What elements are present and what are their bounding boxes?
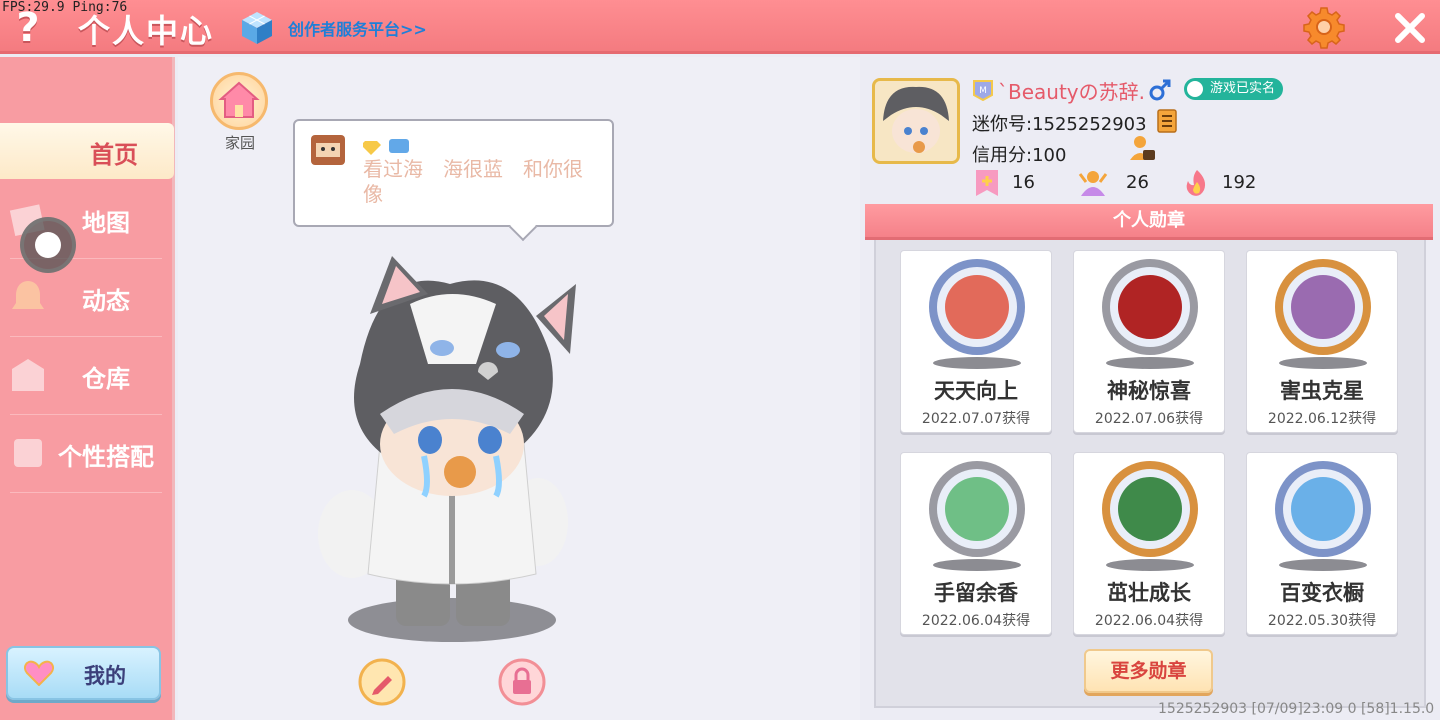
medal-card[interactable]: 手留余香 2022.06.04获得 — [900, 452, 1052, 635]
medal-card[interactable]: 百变衣橱 2022.05.30获得 — [1246, 452, 1398, 635]
medal-date: 2022.05.30获得 — [1267, 613, 1377, 629]
more-medals-button[interactable]: 更多勋章 — [1084, 649, 1213, 693]
signature-bubble: 看过海 海很蓝 和你很像 — [293, 119, 614, 227]
vip-badge-icon: M — [973, 80, 993, 101]
debug-overlay: FPS:29.9 Ping:76 — [2, 0, 128, 15]
player-character — [318, 256, 576, 642]
medal-shadow — [1106, 559, 1194, 571]
bookmark-plus-icon — [976, 170, 998, 196]
fans-icon — [1078, 171, 1108, 196]
creator-platform-link[interactable]: 创作者服务平台>> — [288, 16, 427, 40]
footer-info: 1525252903 [07/09]23:09 0 [58]1.15.0 — [1158, 701, 1435, 717]
medal-icon — [1275, 461, 1371, 557]
avatar[interactable] — [872, 78, 960, 164]
sidebar-item-label: 仓库 — [82, 365, 130, 393]
tag-icons — [363, 139, 409, 155]
flame-icon — [1186, 170, 1206, 196]
sidebar-item-outfit[interactable]: 个性搭配 — [0, 415, 172, 493]
medal-name: 害虫克星 — [1280, 379, 1364, 403]
verified-icon — [1187, 81, 1203, 97]
medal-header: 个人勋章 — [865, 204, 1433, 240]
medal-shadow — [1279, 559, 1367, 571]
gear-icon[interactable] — [1302, 5, 1346, 49]
medal-date: 2022.06.04获得 — [921, 613, 1031, 629]
svg-text:M: M — [979, 86, 987, 96]
lock-icon[interactable] — [498, 658, 546, 706]
cube-icon — [242, 12, 272, 44]
medal-icon — [929, 259, 1025, 355]
mine-button-label: 我的 — [84, 664, 126, 688]
edit-icon[interactable] — [358, 658, 406, 706]
stat-value: 16 — [1012, 172, 1035, 193]
close-icon[interactable] — [1390, 8, 1430, 48]
medal-date: 2022.06.12获得 — [1267, 411, 1377, 427]
verified-badge: 游戏已实名 — [1184, 78, 1284, 100]
sidebar-item-warehouse[interactable]: 仓库 — [0, 337, 172, 415]
divider — [10, 492, 162, 493]
stat-value: 26 — [1126, 172, 1149, 193]
medal-shadow — [933, 357, 1021, 369]
medal-shadow — [933, 559, 1021, 571]
sidebar: 首页 地图 动态 仓库 个性搭配 — [0, 57, 175, 720]
sidebar-item-home[interactable]: 首页 — [0, 123, 174, 179]
home-label: 家园 — [224, 134, 255, 152]
sidebar-item-label: 首页 — [90, 141, 138, 169]
username: `Beautyの苏辞. — [998, 80, 1145, 104]
home-button[interactable] — [210, 72, 268, 130]
top-bar: ? 个人中心 创作者服务平台>> — [0, 0, 1440, 54]
heart-icon — [24, 660, 54, 686]
mini-id: 迷你号:1525252903 — [972, 114, 1147, 135]
credit-score: 信用分:100 — [972, 145, 1067, 166]
avatar-portrait — [875, 81, 957, 161]
male-icon — [1149, 79, 1171, 101]
medal-date: 2022.07.07获得 — [921, 411, 1031, 427]
medal-shadow — [1279, 357, 1367, 369]
copy-icon[interactable] — [1154, 108, 1180, 134]
sidebar-item-label: 动态 — [82, 287, 130, 315]
medal-icon — [1275, 259, 1371, 355]
medal-name: 神秘惊喜 — [1107, 379, 1191, 403]
floating-assist-ball[interactable] — [20, 217, 76, 273]
medal-icon — [1102, 461, 1198, 557]
sidebar-item-label: 个性搭配 — [58, 443, 154, 471]
medal-shadow — [1106, 357, 1194, 369]
house-icon — [218, 81, 260, 118]
credit-icon[interactable] — [1128, 134, 1156, 162]
medal-card[interactable]: 神秘惊喜 2022.07.06获得 — [1073, 250, 1225, 433]
medal-card[interactable]: 害虫克星 2022.06.12获得 — [1246, 250, 1398, 433]
medal-date: 2022.07.06获得 — [1094, 411, 1204, 427]
stat-value: 192 — [1222, 172, 1257, 193]
medal-name: 天天向上 — [934, 379, 1018, 403]
mini-avatar-icon — [311, 135, 345, 165]
medal-card[interactable]: 天天向上 2022.07.07获得 — [900, 250, 1052, 433]
mine-button[interactable]: 我的 — [6, 646, 161, 700]
sidebar-item-feed[interactable]: 动态 — [0, 259, 172, 337]
medal-name: 百变衣橱 — [1280, 581, 1364, 605]
medal-name: 茁壮成长 — [1107, 581, 1191, 605]
medal-name: 手留余香 — [934, 581, 1018, 605]
verified-label: 游戏已实名 — [1210, 81, 1276, 96]
medal-icon — [1102, 259, 1198, 355]
signature-text: 看过海 海很蓝 和你很像 — [363, 157, 583, 206]
medal-card[interactable]: 茁壮成长 2022.06.04获得 — [1073, 452, 1225, 635]
medal-icon — [929, 461, 1025, 557]
medal-date: 2022.06.04获得 — [1094, 613, 1204, 629]
